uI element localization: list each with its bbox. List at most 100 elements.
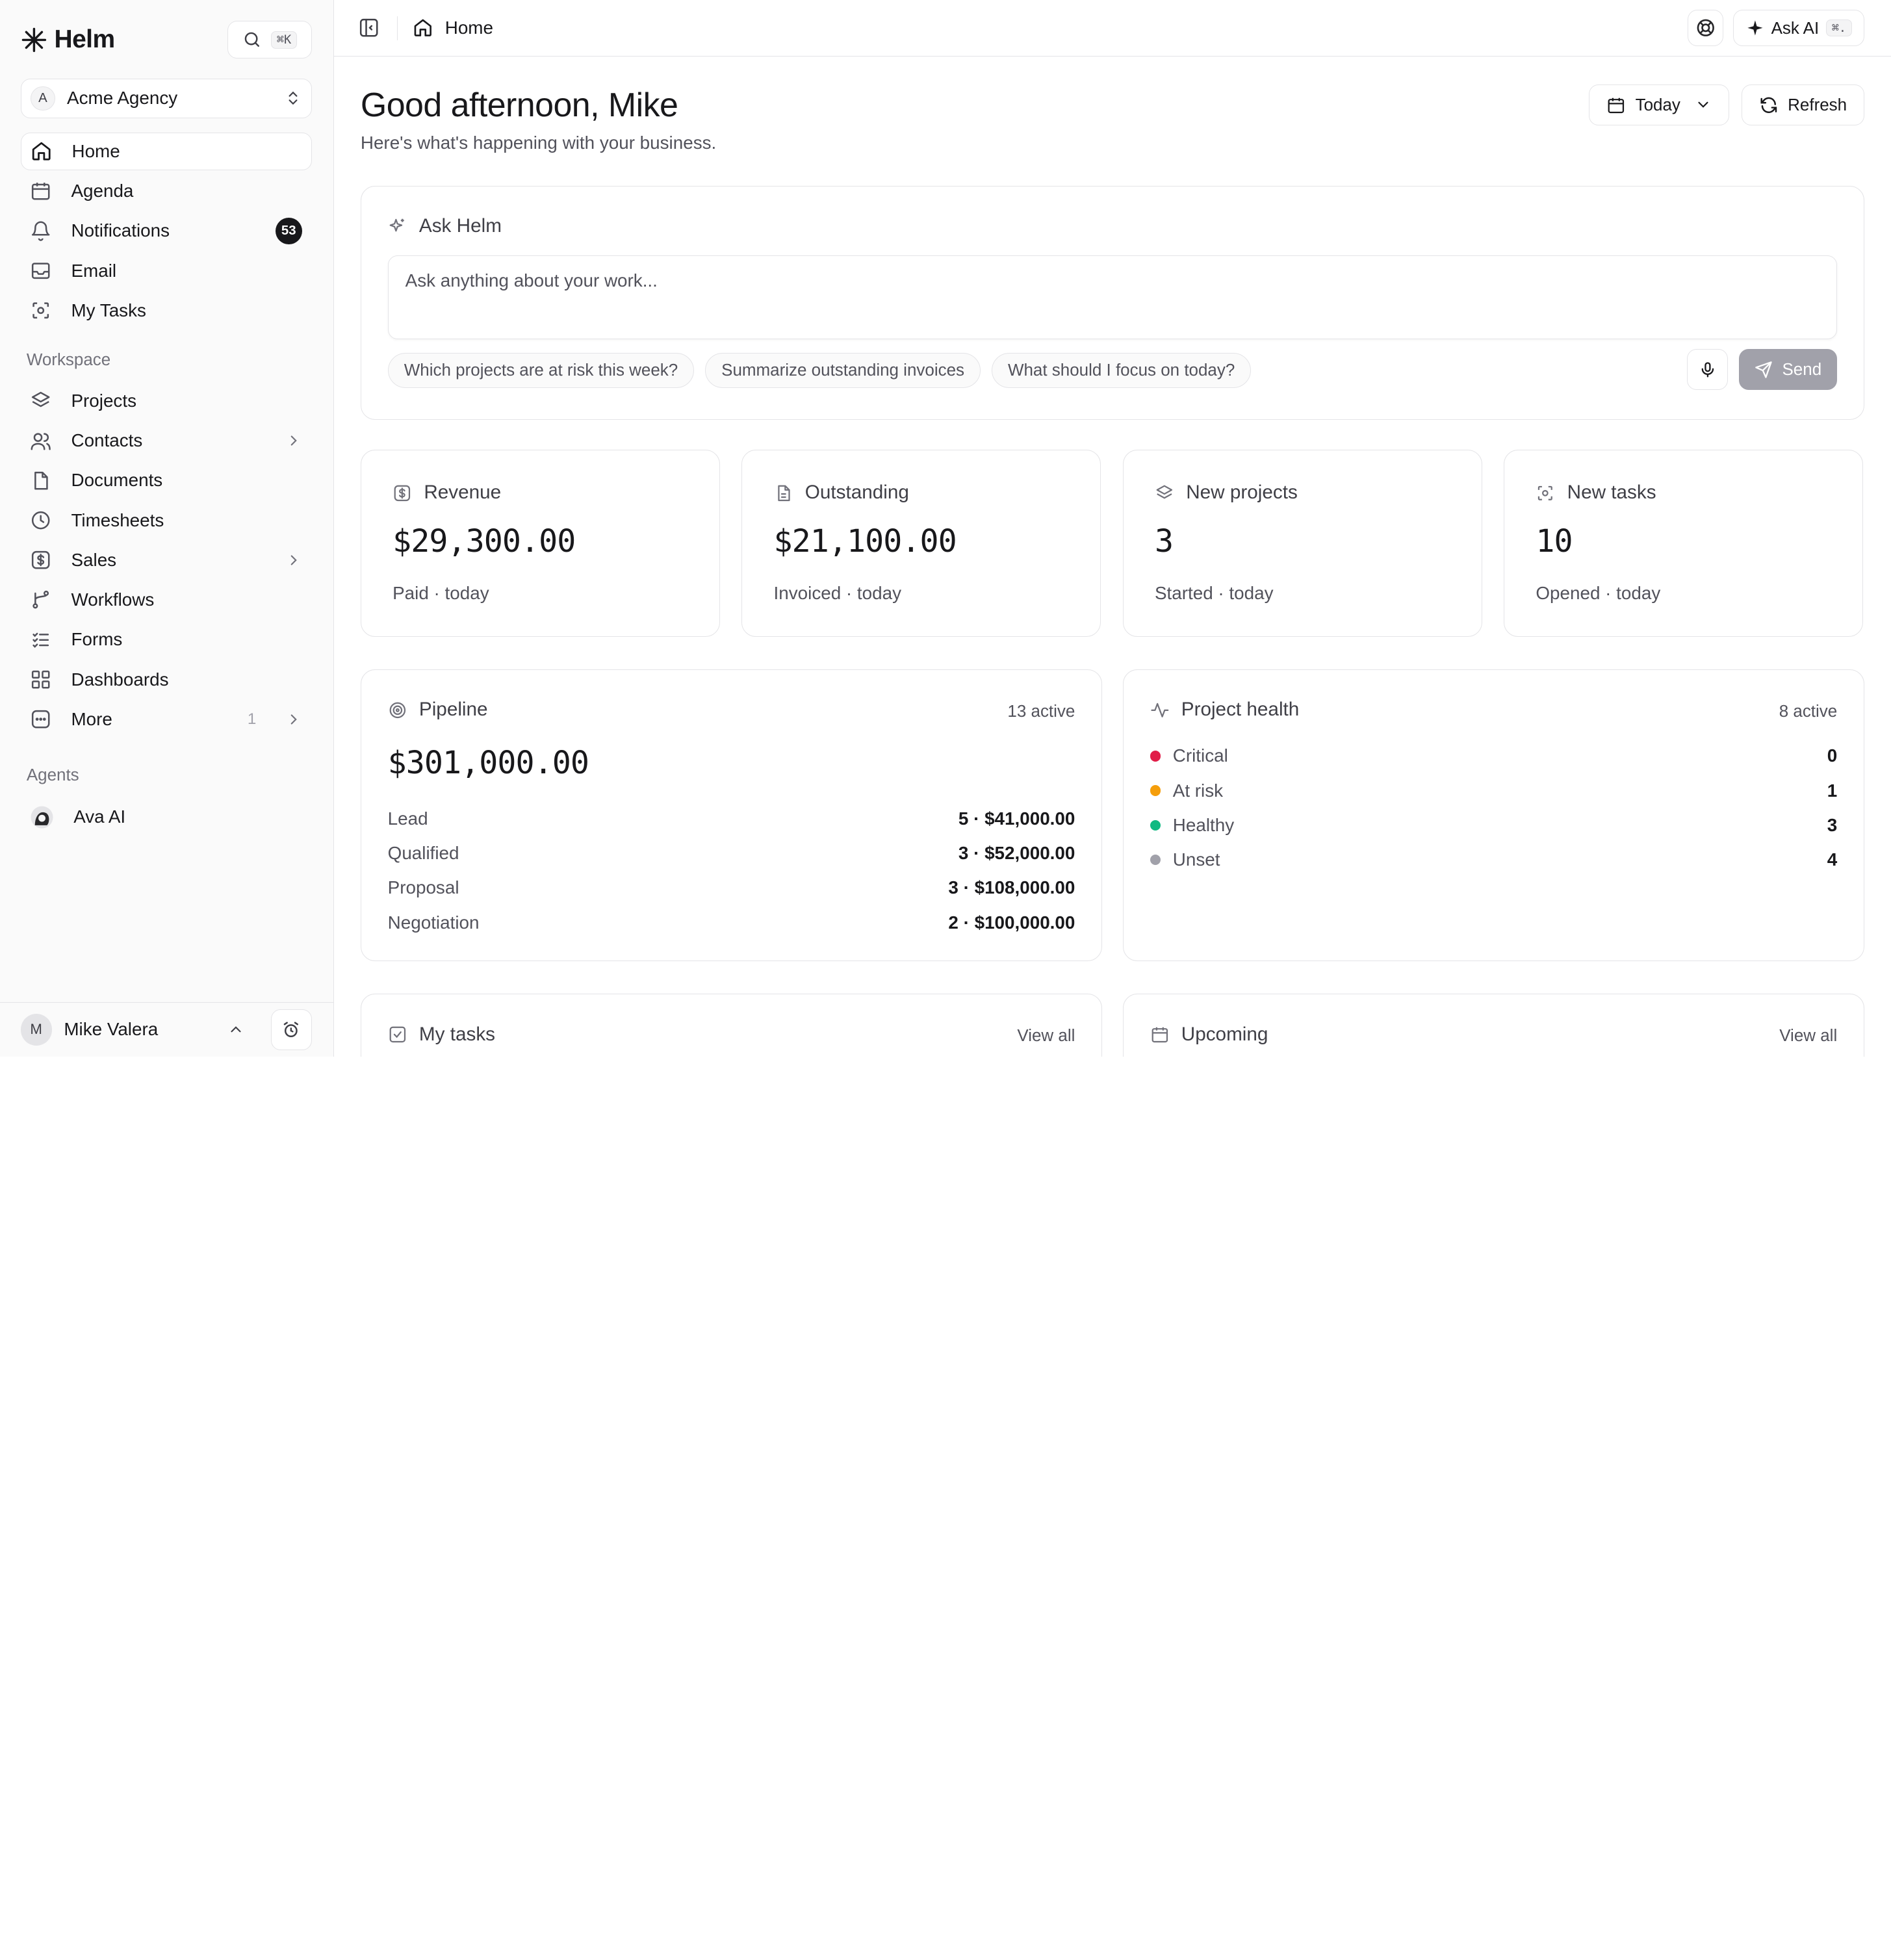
target-icon (389, 702, 405, 718)
dollar-icon (394, 485, 411, 501)
outstanding-card[interactable]: Outstanding $21,100.00 Invoiced · today (741, 450, 1101, 637)
stat-title: New projects (1155, 482, 1298, 504)
sidebar-item-label: Notifications (71, 220, 170, 241)
brand-name: Helm (54, 25, 115, 54)
sidebar: Helm ⌘K A Acme Agency Home Agenda Notifi… (0, 0, 335, 1057)
stat-title-text: Revenue (424, 482, 502, 504)
topbar: Home Ask AI ⌘. (334, 0, 1891, 57)
send-button[interactable]: Send (1738, 349, 1838, 391)
layers-icon (32, 392, 50, 407)
pipeline-stage-row[interactable]: Lead 5 · $41,000.00 (388, 801, 1075, 836)
voice-input-button[interactable] (1686, 349, 1728, 391)
clock-icon (32, 511, 50, 530)
new-projects-card[interactable]: New projects 3 Started · today (1122, 450, 1482, 637)
sidebar-item-email[interactable]: Email (21, 252, 312, 290)
send-icon (1755, 361, 1772, 378)
asterisk-logo-icon (21, 27, 46, 52)
user-menu[interactable]: M Mike Valera (0, 1002, 334, 1057)
stat-title-text: New projects (1186, 482, 1298, 504)
stat-title: Outstanding (774, 482, 909, 504)
suggestion-chip[interactable]: What should I focus on today? (991, 352, 1252, 388)
health-count: 3 (1827, 814, 1838, 835)
search-button[interactable]: ⌘K (227, 21, 312, 58)
dollar-icon (32, 551, 50, 569)
date-range-label: Today (1635, 94, 1680, 114)
sidebar-item-documents[interactable]: Documents (21, 462, 312, 500)
sidebar-item-home[interactable]: Home (20, 133, 312, 170)
sidebar-toggle-icon[interactable] (358, 17, 379, 38)
pipeline-stage-row[interactable]: Proposal 3 · $108,000.00 (388, 871, 1075, 905)
search-shortcut: ⌘K (271, 31, 297, 49)
stat-value: $29,300.00 (392, 522, 576, 560)
chevron-up-icon (231, 1026, 241, 1033)
health-row[interactable]: Unset 4 (1150, 842, 1837, 877)
stage-label: Proposal (387, 877, 459, 898)
ask-ai-shortcut: ⌘. (1826, 19, 1852, 37)
health-label: Healthy (1172, 814, 1235, 835)
pipeline-title-text: Pipeline (418, 699, 488, 721)
sidebar-item-forms[interactable]: Forms (21, 621, 312, 659)
checkbox-icon (389, 1026, 405, 1042)
stage-label: Negotiation (387, 912, 480, 933)
brand-row: Helm ⌘K (21, 21, 312, 59)
help-button[interactable] (1687, 10, 1724, 46)
health-row[interactable]: Healthy 3 (1150, 808, 1838, 842)
sidebar-item-projects[interactable]: Projects (21, 382, 312, 420)
date-range-select[interactable]: Today (1589, 84, 1730, 125)
chevrons-up-down-icon (289, 92, 298, 105)
workflow-icon (32, 591, 49, 609)
new-tasks-card[interactable]: New tasks 10 Opened · today (1504, 450, 1864, 637)
health-count: 0 (1827, 745, 1838, 766)
sidebar-item-label: Workflows (71, 589, 155, 610)
chevron-right-icon (290, 714, 297, 725)
chevron-right-icon (290, 435, 297, 446)
health-row[interactable]: At risk 1 (1150, 773, 1838, 808)
sidebar-item-notifications[interactable]: Notifications 53 (21, 213, 312, 250)
ask-input[interactable] (387, 255, 1838, 340)
sidebar-item-contacts[interactable]: Contacts (21, 422, 312, 460)
upcoming-title: Upcoming (1150, 1024, 1268, 1046)
stat-footnote: Invoiced · today (773, 583, 901, 604)
page-title: Good afternoon, Mike (360, 86, 678, 124)
stat-footnote: Paid · today (392, 583, 489, 604)
suggestion-chip[interactable]: Which projects are at risk this week? (387, 352, 695, 388)
my-tasks-title: My tasks (388, 1024, 495, 1046)
sidebar-item-sales[interactable]: Sales (21, 541, 312, 579)
avatar: M (20, 1014, 52, 1046)
org-avatar: A (31, 86, 55, 110)
lifebuoy-icon (1697, 19, 1714, 37)
sparkle-icon (1747, 20, 1763, 36)
timer-button[interactable] (270, 1009, 312, 1050)
refresh-button[interactable]: Refresh (1741, 84, 1865, 125)
pipeline-stage-row[interactable]: Negotiation 2 · $100,000.00 (388, 905, 1075, 940)
health-row[interactable]: Critical 0 (1150, 739, 1838, 773)
ask-ai-button[interactable]: Ask AI ⌘. (1733, 10, 1865, 46)
sidebar-item-label: Documents (71, 470, 163, 491)
status-dot-healthy (1150, 819, 1161, 831)
sidebar-item-label: Email (71, 260, 117, 281)
org-switcher[interactable]: A Acme Agency (20, 78, 312, 118)
revenue-card[interactable]: Revenue $29,300.00 Paid · today (360, 450, 720, 637)
pipeline-title: Pipeline (388, 699, 488, 721)
brand-logo[interactable]: Helm (21, 25, 115, 54)
status-dot-unset (1150, 854, 1161, 866)
sidebar-item-ava-ai[interactable]: Ava AI (21, 799, 312, 836)
more-icon (32, 710, 50, 729)
home-icon (32, 142, 51, 161)
sidebar-item-agenda[interactable]: Agenda (21, 172, 312, 210)
health-label: Critical (1172, 745, 1228, 766)
pipeline-card: Pipeline 13 active $301,000.00 Lead 5 · $… (360, 669, 1103, 962)
sidebar-item-timesheets[interactable]: Timesheets (21, 502, 312, 539)
pipeline-stage-row[interactable]: Qualified 3 · $52,000.00 (388, 836, 1075, 870)
sidebar-item-more[interactable]: More 1 (21, 701, 312, 738)
sidebar-item-dashboards[interactable]: Dashboards (21, 661, 312, 699)
view-all-upcoming-link[interactable]: View all (1779, 1025, 1837, 1046)
ask-actions: Send (1686, 349, 1838, 391)
view-all-tasks-link[interactable]: View all (1017, 1025, 1075, 1046)
health-count: 1 (1827, 780, 1838, 801)
health-label: Unset (1172, 849, 1220, 870)
sidebar-item-my-tasks[interactable]: My Tasks (21, 292, 312, 329)
suggestion-chip[interactable]: Summarize outstanding invoices (705, 352, 981, 388)
sidebar-item-label: Home (71, 140, 120, 161)
sidebar-item-workflows[interactable]: Workflows (21, 581, 312, 619)
